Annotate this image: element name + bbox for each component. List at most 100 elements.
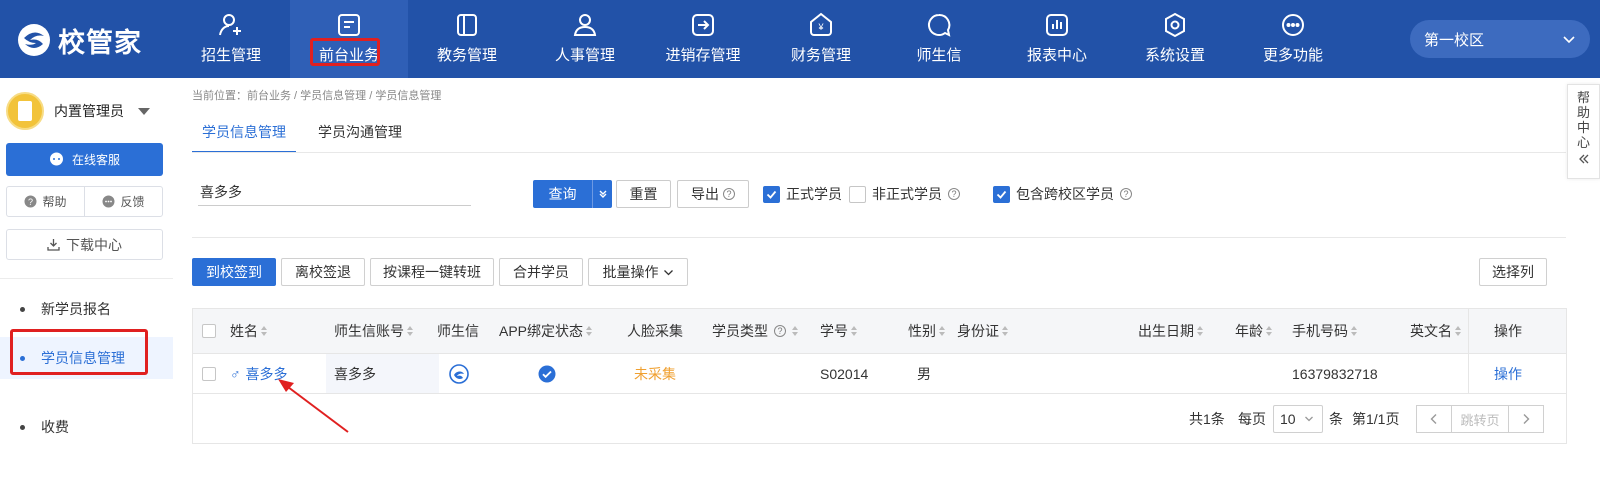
col-birthdate[interactable]: 出生日期 bbox=[1138, 309, 1203, 353]
help-circle-icon: ? bbox=[948, 188, 960, 200]
col-account[interactable]: 师生信账号 bbox=[334, 309, 413, 353]
tab-bar: 学员信息管理 学员沟通管理 bbox=[192, 114, 424, 154]
nav-item-messaging[interactable]: 师生信 bbox=[880, 0, 998, 78]
filter-formal-students[interactable]: 正式学员 bbox=[763, 184, 842, 204]
nav-item-settings[interactable]: 系统设置 bbox=[1116, 0, 1234, 78]
filter-cross-campus[interactable]: 包含跨校区学员 ? bbox=[993, 184, 1132, 204]
chevron-down-icon bbox=[663, 269, 673, 275]
search-input[interactable]: 喜多多 bbox=[198, 178, 471, 206]
annotation-arrow bbox=[278, 379, 349, 433]
caret-down-icon bbox=[138, 107, 150, 115]
divider bbox=[192, 237, 1566, 238]
nav-item-recruitment[interactable]: 招生管理 bbox=[172, 0, 290, 78]
col-student-no[interactable]: 学号 bbox=[820, 309, 857, 353]
chat-icon bbox=[928, 13, 951, 37]
sidebar-item-new-enrollment[interactable]: 新学员报名 bbox=[0, 289, 173, 329]
nav-item-finance[interactable]: ¥ 财务管理 bbox=[762, 0, 880, 78]
nav-item-hr[interactable]: 人事管理 bbox=[526, 0, 644, 78]
brand-logo[interactable]: 校管家 bbox=[16, 22, 142, 59]
book-icon bbox=[457, 14, 477, 36]
col-gender[interactable]: 性别 bbox=[908, 309, 945, 353]
col-id-card[interactable]: 身份证 bbox=[957, 309, 1008, 353]
chevron-right-icon bbox=[1523, 414, 1530, 424]
table-row[interactable]: ♂ 喜多多 喜多多 未采集 S02014 男 16379832718 操作 bbox=[193, 354, 1566, 394]
per-page-label: 每页 bbox=[1238, 410, 1266, 427]
male-icon: ♂ bbox=[230, 365, 241, 382]
checkbox-unchecked[interactable] bbox=[202, 324, 216, 338]
next-page-button[interactable] bbox=[1508, 405, 1544, 433]
finance-icon: ¥ bbox=[810, 12, 832, 36]
svg-text:¥: ¥ bbox=[817, 22, 824, 32]
col-age[interactable]: 年龄 bbox=[1235, 309, 1272, 353]
select-all-checkbox[interactable] bbox=[202, 309, 216, 353]
col-student-type[interactable]: 学员类型? bbox=[712, 309, 798, 353]
jump-page-input[interactable]: 跳转页 bbox=[1452, 405, 1508, 433]
checkbox-checked[interactable] bbox=[763, 185, 780, 203]
checkbox-checked[interactable] bbox=[993, 185, 1010, 203]
chat-bubble-icon bbox=[49, 152, 63, 166]
checkbox-unchecked[interactable] bbox=[202, 366, 216, 381]
nav-item-inventory[interactable]: 进销存管理 bbox=[644, 0, 762, 78]
merge-students-button[interactable]: 合并学员 bbox=[499, 258, 583, 286]
select-columns-button[interactable]: 选择列 bbox=[1479, 258, 1547, 286]
col-messenger: 师生信 bbox=[437, 323, 479, 339]
brand-name: 校管家 bbox=[58, 27, 142, 59]
col-phone[interactable]: 手机号码 bbox=[1292, 309, 1357, 353]
campus-selector[interactable]: 第一校区 bbox=[1410, 20, 1590, 58]
report-icon bbox=[1046, 14, 1068, 36]
reset-button[interactable]: 重置 bbox=[616, 180, 671, 208]
query-dropdown-toggle[interactable] bbox=[592, 180, 612, 208]
help-center-tab[interactable]: 帮助中心 bbox=[1567, 84, 1600, 179]
help-circle-icon: ? bbox=[723, 188, 735, 200]
help-button[interactable]: ? 帮助 bbox=[7, 187, 85, 216]
download-icon bbox=[47, 239, 60, 251]
sort-icon bbox=[1266, 326, 1272, 336]
check-icon bbox=[996, 190, 1007, 199]
check-out-button[interactable]: 离校签退 bbox=[281, 258, 365, 286]
col-app-binding[interactable]: APP绑定状态 bbox=[499, 309, 593, 353]
messenger-icon[interactable] bbox=[449, 354, 469, 393]
check-icon bbox=[766, 190, 777, 199]
nav-item-more[interactable]: 更多功能 bbox=[1234, 0, 1352, 78]
settings-icon bbox=[1165, 12, 1185, 38]
tab-student-info[interactable]: 学员信息管理 bbox=[192, 114, 296, 153]
online-service-button[interactable]: 在线客服 bbox=[6, 143, 163, 176]
chevron-down-icon bbox=[1304, 416, 1313, 422]
help-feedback-row: ? 帮助 反馈 bbox=[6, 186, 163, 217]
prev-page-button[interactable] bbox=[1416, 405, 1452, 433]
download-center-button[interactable]: 下载中心 bbox=[6, 229, 163, 260]
reception-icon bbox=[338, 14, 360, 36]
export-button[interactable]: 导出 ? bbox=[677, 180, 749, 208]
help-circle-icon: ? bbox=[1120, 188, 1132, 200]
sidebar-item-charges[interactable]: 收费 bbox=[0, 407, 173, 447]
check-in-button[interactable]: 到校签到 bbox=[192, 258, 276, 286]
query-button[interactable]: 查询 bbox=[533, 180, 612, 208]
nav-item-academic[interactable]: 教务管理 bbox=[408, 0, 526, 78]
sort-icon bbox=[851, 326, 857, 336]
sort-icon bbox=[586, 326, 593, 336]
sort-icon bbox=[407, 326, 413, 336]
user-menu[interactable]: 内置管理员 bbox=[6, 92, 150, 130]
checkbox-unchecked[interactable] bbox=[849, 185, 866, 203]
total-count: 共1条 bbox=[1189, 410, 1225, 427]
batch-operations-dropdown[interactable]: 批量操作 bbox=[588, 258, 688, 286]
page-size-select[interactable]: 10 bbox=[1273, 405, 1323, 433]
filter-informal-students[interactable]: 非正式学员 ? bbox=[849, 184, 960, 204]
col-name[interactable]: 姓名 bbox=[230, 309, 267, 353]
tab-student-communication[interactable]: 学员沟通管理 bbox=[308, 114, 412, 153]
transfer-class-button[interactable]: 按课程一键转班 bbox=[370, 258, 494, 286]
feedback-button[interactable]: 反馈 bbox=[85, 187, 162, 216]
question-icon: ? bbox=[24, 195, 37, 208]
sidebar: 内置管理员 在线客服 ? 帮助 反馈 下载中心 新学员报名 学员信息管理 收费 bbox=[0, 78, 173, 480]
more-icon bbox=[1282, 14, 1304, 36]
feedback-icon bbox=[102, 195, 115, 208]
campus-label: 第一校区 bbox=[1424, 31, 1485, 49]
sort-icon bbox=[939, 326, 945, 336]
col-english-name[interactable]: 英文名 bbox=[1410, 309, 1461, 353]
row-checkbox[interactable] bbox=[202, 354, 216, 393]
bullet bbox=[20, 424, 25, 430]
gender-cell: 男 bbox=[917, 365, 931, 382]
divider bbox=[192, 152, 1566, 153]
nav-item-reports[interactable]: 报表中心 bbox=[998, 0, 1116, 78]
sort-icon bbox=[1455, 326, 1461, 336]
